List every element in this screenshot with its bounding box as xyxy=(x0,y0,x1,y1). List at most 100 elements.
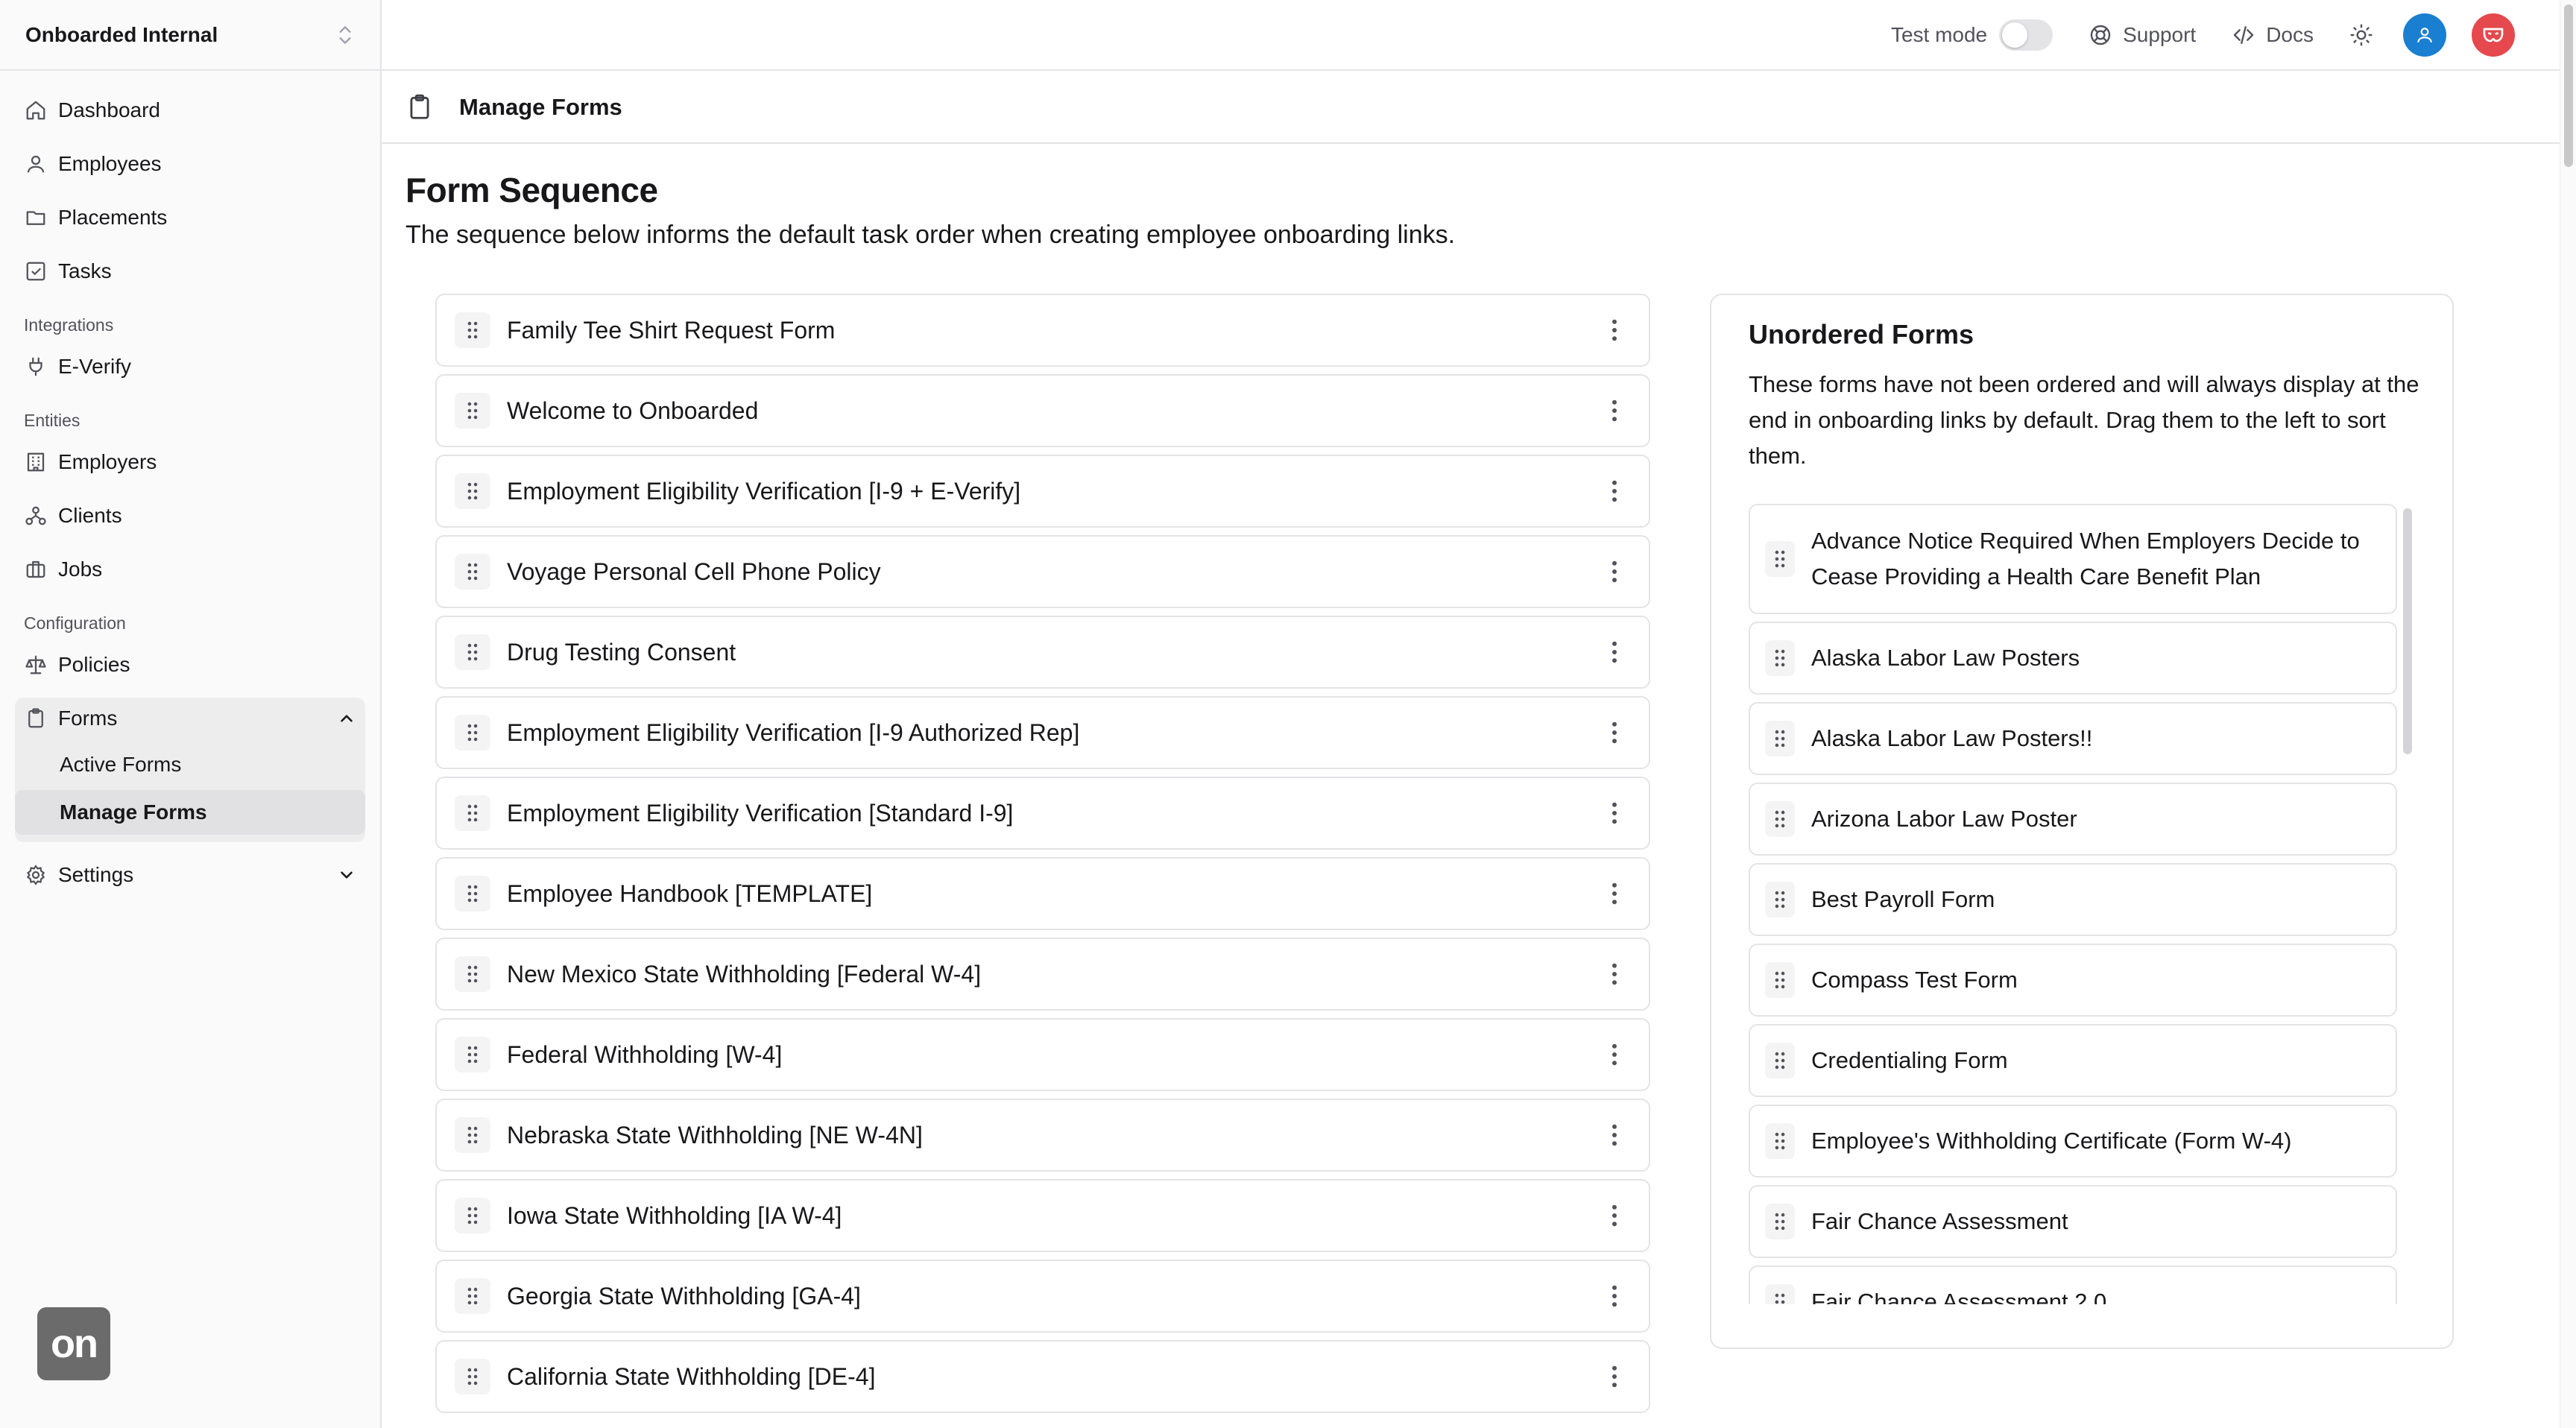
sidebar-subitem-manage-forms[interactable]: Manage Forms xyxy=(15,790,365,835)
drag-handle-icon[interactable] xyxy=(455,393,490,429)
drag-handle-icon[interactable] xyxy=(1765,1123,1795,1159)
user-avatar[interactable] xyxy=(2403,13,2446,57)
sequence-item[interactable]: New Mexico State Withholding [Federal W-… xyxy=(435,938,1650,1011)
sidebar-item-employers[interactable]: Employers xyxy=(15,441,365,483)
drag-handle-icon[interactable] xyxy=(455,795,490,831)
sidebar-item-settings[interactable]: Settings xyxy=(15,854,365,896)
drag-handle-icon[interactable] xyxy=(455,956,490,992)
sequence-item[interactable]: Federal Withholding [W-4] xyxy=(435,1018,1650,1091)
sequence-item-label: Family Tee Shirt Request Form xyxy=(507,316,836,344)
sequence-item[interactable]: Employee Handbook [TEMPLATE] xyxy=(435,857,1650,930)
more-options-icon[interactable] xyxy=(1592,1032,1637,1077)
drag-handle-icon[interactable] xyxy=(1765,801,1795,837)
sequence-item[interactable]: Family Tee Shirt Request Form xyxy=(435,294,1650,367)
drag-handle-icon[interactable] xyxy=(455,1198,490,1233)
unordered-form-item[interactable]: Compass Test Form xyxy=(1749,944,2397,1017)
sidebar: Onboarded Internal Dashboard Employees P… xyxy=(0,0,382,1428)
sequence-item[interactable]: Employment Eligibility Verification [Sta… xyxy=(435,777,1650,850)
sequence-item[interactable]: Iowa State Withholding [IA W-4] xyxy=(435,1179,1650,1252)
user-icon xyxy=(2417,27,2432,42)
unordered-form-item[interactable]: Alaska Labor Law Posters!! xyxy=(1749,702,2397,775)
test-mode-label: Test mode xyxy=(1890,22,1988,46)
support-link[interactable]: Support xyxy=(2089,23,2196,47)
sidebar-subitem-active-forms[interactable]: Active Forms xyxy=(15,742,365,787)
drag-handle-icon[interactable] xyxy=(455,876,490,912)
sidebar-item-label: Placements xyxy=(58,206,168,229)
page-scrollbar[interactable] xyxy=(2560,0,2576,1428)
unordered-form-item[interactable]: Best Payroll Form xyxy=(1749,863,2397,936)
sequence-item[interactable]: Employment Eligibility Verification [I-9… xyxy=(435,455,1650,528)
more-options-icon[interactable] xyxy=(1592,952,1637,996)
sequence-item[interactable]: Voyage Personal Cell Phone Policy xyxy=(435,535,1650,608)
drag-handle-icon[interactable] xyxy=(1765,1043,1795,1078)
sequence-item[interactable]: Nebraska State Withholding [NE W-4N] xyxy=(435,1099,1650,1172)
drag-handle-icon[interactable] xyxy=(1765,721,1795,756)
more-options-icon[interactable] xyxy=(1592,469,1637,514)
unordered-form-item[interactable]: Employee's Withholding Certificate (Form… xyxy=(1749,1105,2397,1178)
sidebar-item-tasks[interactable]: Tasks xyxy=(15,250,365,292)
sequence-item[interactable]: Employment Eligibility Verification [I-9… xyxy=(435,696,1650,769)
sidebar-item-e-verify[interactable]: E-Verify xyxy=(15,346,365,388)
more-options-icon[interactable] xyxy=(1592,1193,1637,1238)
mask-avatar[interactable] xyxy=(2472,13,2515,57)
drag-handle-icon[interactable] xyxy=(455,715,490,751)
sidebar-item-forms[interactable]: Forms xyxy=(15,698,365,739)
page-scrollbar-thumb[interactable] xyxy=(2564,4,2573,167)
sidebar-item-employees[interactable]: Employees xyxy=(15,143,365,185)
onboarded-logo: on xyxy=(37,1307,110,1380)
sidebar-item-dashboard[interactable]: Dashboard xyxy=(15,89,365,131)
drag-handle-icon[interactable] xyxy=(455,1117,490,1153)
theme-toggle[interactable] xyxy=(2349,23,2373,47)
sidebar-item-label: Settings xyxy=(58,863,134,886)
unordered-form-item[interactable]: Fair Chance Assessment xyxy=(1749,1185,2397,1258)
unordered-form-label: Alaska Labor Law Posters!! xyxy=(1811,725,2093,751)
org-switcher[interactable]: Onboarded Internal xyxy=(0,0,380,71)
section-label-entities: Entities xyxy=(24,410,80,430)
unordered-form-item[interactable]: Credentialing Form xyxy=(1749,1024,2397,1097)
docs-link[interactable]: Docs xyxy=(2232,23,2314,47)
sidebar-item-label: Clients xyxy=(58,504,122,527)
more-options-icon[interactable] xyxy=(1592,630,1637,674)
more-options-icon[interactable] xyxy=(1592,791,1637,835)
unordered-form-item[interactable]: Advance Notice Required When Employers D… xyxy=(1749,504,2397,614)
more-options-icon[interactable] xyxy=(1592,1274,1637,1318)
drag-handle-icon[interactable] xyxy=(455,1278,490,1314)
test-mode-toggle[interactable] xyxy=(1999,19,2053,51)
sidebar-item-policies[interactable]: Policies xyxy=(15,644,365,686)
more-options-icon[interactable] xyxy=(1592,549,1637,594)
sequence-item[interactable]: Georgia State Withholding [GA-4] xyxy=(435,1260,1650,1333)
sidebar-item-placements[interactable]: Placements xyxy=(15,197,365,238)
page-title: Form Sequence xyxy=(405,171,658,209)
more-options-icon[interactable] xyxy=(1592,710,1637,755)
sequence-item[interactable]: California State Withholding [DE-4] xyxy=(435,1340,1650,1413)
network-icon xyxy=(24,504,48,528)
drag-handle-icon[interactable] xyxy=(1765,541,1795,577)
drag-handle-icon[interactable] xyxy=(455,554,490,590)
drag-handle-icon[interactable] xyxy=(1765,882,1795,917)
drag-handle-icon[interactable] xyxy=(455,473,490,509)
drag-handle-icon[interactable] xyxy=(1765,1204,1795,1239)
unordered-form-label: Fair Chance Assessment 2.0 xyxy=(1811,1289,2107,1304)
sidebar-item-jobs[interactable]: Jobs xyxy=(15,549,365,590)
sequence-item[interactable]: Welcome to Onboarded xyxy=(435,374,1650,447)
more-options-icon[interactable] xyxy=(1592,1113,1637,1157)
sequence-item[interactable]: Drug Testing Consent xyxy=(435,616,1650,689)
more-options-icon[interactable] xyxy=(1592,871,1637,916)
more-options-icon[interactable] xyxy=(1592,308,1637,353)
drag-handle-icon[interactable] xyxy=(455,634,490,670)
drag-handle-icon[interactable] xyxy=(1765,640,1795,676)
more-options-icon[interactable] xyxy=(1592,1354,1637,1399)
unordered-form-label: Advance Notice Required When Employers D… xyxy=(1811,528,2360,590)
unordered-form-item[interactable]: Arizona Labor Law Poster xyxy=(1749,783,2397,856)
drag-handle-icon[interactable] xyxy=(455,312,490,348)
sidebar-item-clients[interactable]: Clients xyxy=(15,495,365,537)
unordered-list-scrollbar[interactable] xyxy=(2403,508,2412,754)
drag-handle-icon[interactable] xyxy=(455,1037,490,1072)
more-options-icon[interactable] xyxy=(1592,388,1637,433)
unordered-form-item[interactable]: Fair Chance Assessment 2.0 xyxy=(1749,1266,2397,1304)
drag-handle-icon[interactable] xyxy=(455,1359,490,1394)
drag-handle-icon[interactable] xyxy=(1765,1284,1795,1304)
unordered-forms-panel: Unordered Forms These forms have not bee… xyxy=(1710,294,2454,1349)
unordered-form-item[interactable]: Alaska Labor Law Posters xyxy=(1749,622,2397,695)
drag-handle-icon[interactable] xyxy=(1765,962,1795,998)
